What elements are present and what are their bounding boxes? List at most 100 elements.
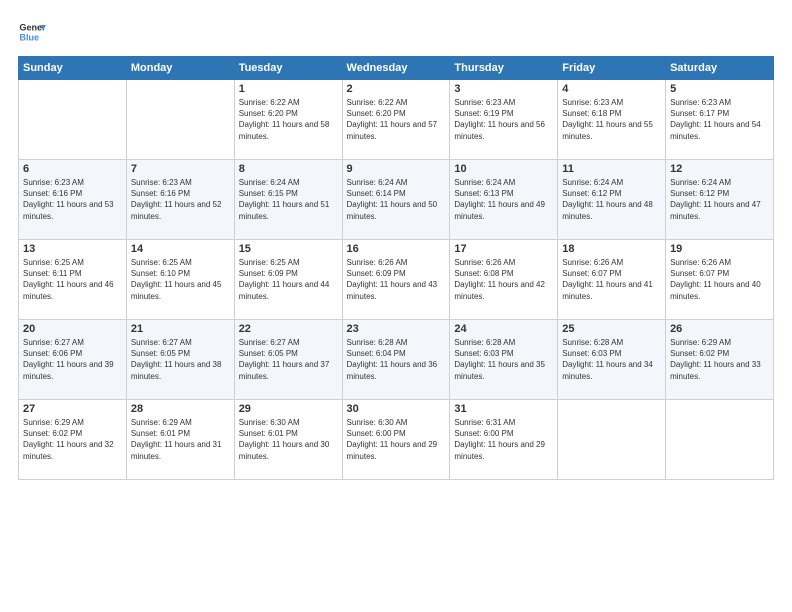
day-number: 14 xyxy=(131,243,230,255)
day-cell: 14 Sunrise: 6:25 AM Sunset: 6:10 PM Dayli… xyxy=(126,240,234,320)
day-number: 5 xyxy=(670,83,769,95)
day-cell: 2 Sunrise: 6:22 AM Sunset: 6:20 PM Daylig… xyxy=(342,80,450,160)
day-number: 19 xyxy=(670,243,769,255)
day-number: 28 xyxy=(131,403,230,415)
generalblue-logo-icon: General Blue xyxy=(18,18,46,46)
day-number: 25 xyxy=(562,323,661,335)
week-row-4: 20Sunrise: 6:27 AM Sunset: 6:06 PM Dayli… xyxy=(19,320,774,400)
day-info: Sunrise: 6:28 AM Sunset: 6:03 PM Dayligh… xyxy=(562,337,661,382)
day-info: Sunrise: 6:30 AM Sunset: 6:01 PM Dayligh… xyxy=(239,417,338,462)
col-header-tuesday: Tuesday xyxy=(234,57,342,80)
day-number: 7 xyxy=(131,163,230,175)
col-header-friday: Friday xyxy=(558,57,666,80)
day-info: Sunrise: 6:27 AM Sunset: 6:05 PM Dayligh… xyxy=(131,337,230,382)
day-number: 22 xyxy=(239,323,338,335)
day-number: 27 xyxy=(23,403,122,415)
day-info: Sunrise: 6:29 AM Sunset: 6:02 PM Dayligh… xyxy=(670,337,769,382)
col-header-wednesday: Wednesday xyxy=(342,57,450,80)
day-cell xyxy=(558,400,666,480)
day-info: Sunrise: 6:22 AM Sunset: 6:20 PM Dayligh… xyxy=(239,97,338,142)
day-number: 16 xyxy=(347,243,446,255)
day-cell: 15 Sunrise: 6:25 AM Sunset: 6:09 PM Dayli… xyxy=(234,240,342,320)
day-number: 31 xyxy=(454,403,553,415)
day-cell: 7 Sunrise: 6:23 AM Sunset: 6:16 PM Daylig… xyxy=(126,160,234,240)
day-cell: 24 Sunrise: 6:28 AM Sunset: 6:03 PM Dayli… xyxy=(450,320,558,400)
day-number: 8 xyxy=(239,163,338,175)
day-number: 13 xyxy=(23,243,122,255)
day-number: 1 xyxy=(239,83,338,95)
day-number: 9 xyxy=(347,163,446,175)
day-cell: 1 Sunrise: 6:22 AM Sunset: 6:20 PM Daylig… xyxy=(234,80,342,160)
day-cell: 16Sunrise: 6:26 AM Sunset: 6:09 PM Dayli… xyxy=(342,240,450,320)
day-number: 4 xyxy=(562,83,661,95)
day-cell: 5 Sunrise: 6:23 AM Sunset: 6:17 PM Daylig… xyxy=(666,80,774,160)
day-cell: 6 Sunrise: 6:23 AM Sunset: 6:16 PM Daylig… xyxy=(19,160,127,240)
day-number: 30 xyxy=(347,403,446,415)
week-row-3: 13 Sunrise: 6:25 AM Sunset: 6:11 PM Dayli… xyxy=(19,240,774,320)
day-info: Sunrise: 6:28 AM Sunset: 6:04 PM Dayligh… xyxy=(347,337,446,382)
week-row-1: 1 Sunrise: 6:22 AM Sunset: 6:20 PM Daylig… xyxy=(19,80,774,160)
day-number: 21 xyxy=(131,323,230,335)
col-header-sunday: Sunday xyxy=(19,57,127,80)
day-number: 2 xyxy=(347,83,446,95)
day-number: 3 xyxy=(454,83,553,95)
day-info: Sunrise: 6:23 AM Sunset: 6:19 PM Dayligh… xyxy=(454,97,553,142)
calendar-table: SundayMondayTuesdayWednesdayThursdayFrid… xyxy=(18,56,774,480)
day-cell xyxy=(19,80,127,160)
day-cell: 8 Sunrise: 6:24 AM Sunset: 6:15 PM Daylig… xyxy=(234,160,342,240)
day-cell xyxy=(666,400,774,480)
day-number: 23 xyxy=(347,323,446,335)
page: General Blue SundayMondayTuesdayWednesda… xyxy=(0,0,792,612)
day-number: 11 xyxy=(562,163,661,175)
day-info: Sunrise: 6:29 AM Sunset: 6:01 PM Dayligh… xyxy=(131,417,230,462)
day-cell xyxy=(126,80,234,160)
day-number: 17 xyxy=(454,243,553,255)
day-info: Sunrise: 6:24 AM Sunset: 6:12 PM Dayligh… xyxy=(562,177,661,222)
day-info: Sunrise: 6:24 AM Sunset: 6:15 PM Dayligh… xyxy=(239,177,338,222)
logo: General Blue xyxy=(18,18,46,46)
col-header-thursday: Thursday xyxy=(450,57,558,80)
day-cell: 11 Sunrise: 6:24 AM Sunset: 6:12 PM Dayli… xyxy=(558,160,666,240)
day-number: 18 xyxy=(562,243,661,255)
day-cell: 27Sunrise: 6:29 AM Sunset: 6:02 PM Dayli… xyxy=(19,400,127,480)
day-info: Sunrise: 6:26 AM Sunset: 6:08 PM Dayligh… xyxy=(454,257,553,302)
day-info: Sunrise: 6:25 AM Sunset: 6:11 PM Dayligh… xyxy=(23,257,122,302)
day-number: 29 xyxy=(239,403,338,415)
day-cell: 30 Sunrise: 6:30 AM Sunset: 6:00 PM Dayli… xyxy=(342,400,450,480)
day-cell: 12 Sunrise: 6:24 AM Sunset: 6:12 PM Dayli… xyxy=(666,160,774,240)
day-number: 26 xyxy=(670,323,769,335)
day-info: Sunrise: 6:23 AM Sunset: 6:18 PM Dayligh… xyxy=(562,97,661,142)
day-cell: 22 Sunrise: 6:27 AM Sunset: 6:05 PM Dayli… xyxy=(234,320,342,400)
day-info: Sunrise: 6:23 AM Sunset: 6:17 PM Dayligh… xyxy=(670,97,769,142)
day-info: Sunrise: 6:28 AM Sunset: 6:03 PM Dayligh… xyxy=(454,337,553,382)
day-number: 15 xyxy=(239,243,338,255)
day-info: Sunrise: 6:23 AM Sunset: 6:16 PM Dayligh… xyxy=(131,177,230,222)
day-cell: 20Sunrise: 6:27 AM Sunset: 6:06 PM Dayli… xyxy=(19,320,127,400)
day-info: Sunrise: 6:25 AM Sunset: 6:09 PM Dayligh… xyxy=(239,257,338,302)
day-info: Sunrise: 6:25 AM Sunset: 6:10 PM Dayligh… xyxy=(131,257,230,302)
day-cell: 19 Sunrise: 6:26 AM Sunset: 6:07 PM Dayli… xyxy=(666,240,774,320)
day-info: Sunrise: 6:27 AM Sunset: 6:05 PM Dayligh… xyxy=(239,337,338,382)
day-cell: 17 Sunrise: 6:26 AM Sunset: 6:08 PM Dayli… xyxy=(450,240,558,320)
day-cell: 28 Sunrise: 6:29 AM Sunset: 6:01 PM Dayli… xyxy=(126,400,234,480)
day-number: 20 xyxy=(23,323,122,335)
day-number: 6 xyxy=(23,163,122,175)
day-info: Sunrise: 6:24 AM Sunset: 6:14 PM Dayligh… xyxy=(347,177,446,222)
day-info: Sunrise: 6:23 AM Sunset: 6:16 PM Dayligh… xyxy=(23,177,122,222)
day-cell: 4 Sunrise: 6:23 AM Sunset: 6:18 PM Daylig… xyxy=(558,80,666,160)
day-number: 24 xyxy=(454,323,553,335)
day-number: 12 xyxy=(670,163,769,175)
calendar-header-row: SundayMondayTuesdayWednesdayThursdayFrid… xyxy=(19,57,774,80)
day-info: Sunrise: 6:24 AM Sunset: 6:12 PM Dayligh… xyxy=(670,177,769,222)
col-header-saturday: Saturday xyxy=(666,57,774,80)
day-cell: 21 Sunrise: 6:27 AM Sunset: 6:05 PM Dayli… xyxy=(126,320,234,400)
day-cell: 26 Sunrise: 6:29 AM Sunset: 6:02 PM Dayli… xyxy=(666,320,774,400)
day-info: Sunrise: 6:30 AM Sunset: 6:00 PM Dayligh… xyxy=(347,417,446,462)
day-info: Sunrise: 6:22 AM Sunset: 6:20 PM Dayligh… xyxy=(347,97,446,142)
day-cell: 25 Sunrise: 6:28 AM Sunset: 6:03 PM Dayli… xyxy=(558,320,666,400)
col-header-monday: Monday xyxy=(126,57,234,80)
day-cell: 29 Sunrise: 6:30 AM Sunset: 6:01 PM Dayli… xyxy=(234,400,342,480)
day-info: Sunrise: 6:26 AM Sunset: 6:07 PM Dayligh… xyxy=(562,257,661,302)
week-row-5: 27Sunrise: 6:29 AM Sunset: 6:02 PM Dayli… xyxy=(19,400,774,480)
day-info: Sunrise: 6:26 AM Sunset: 6:07 PM Dayligh… xyxy=(670,257,769,302)
